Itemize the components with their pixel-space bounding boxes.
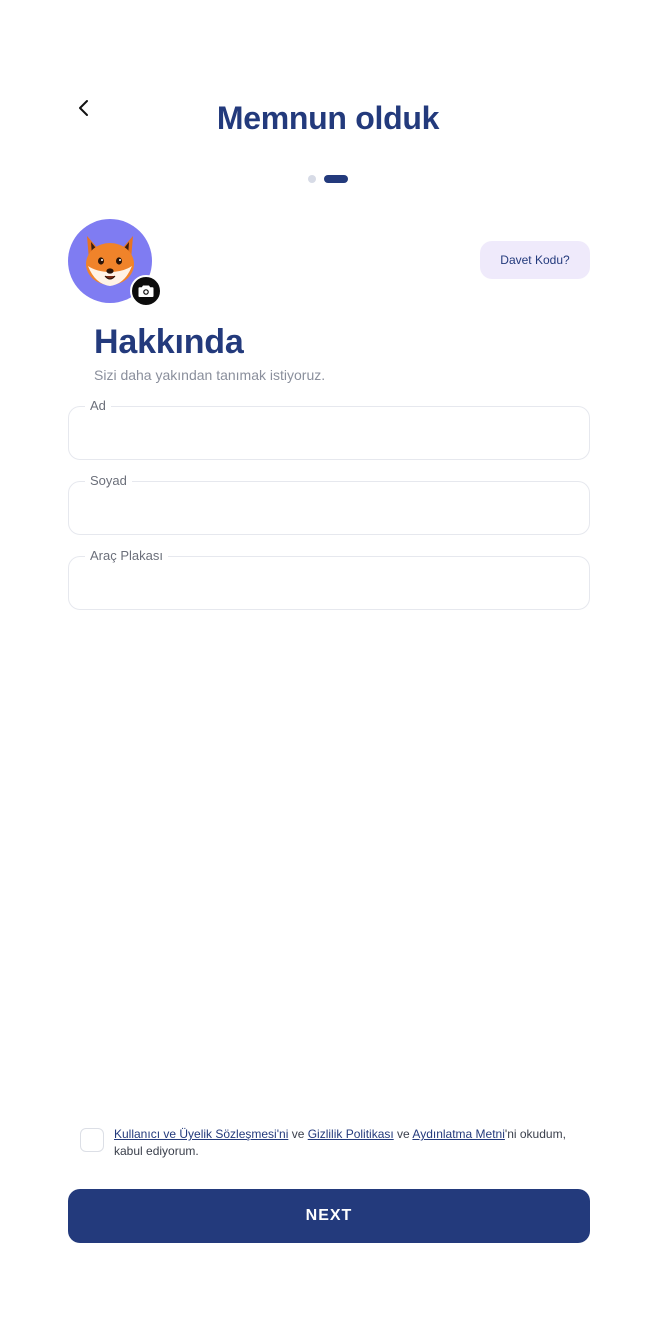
terms-consent: Kullanıcı ve Üyelik Sözleşmesi'ni ve Giz…	[80, 1125, 590, 1160]
plate-input[interactable]	[87, 571, 571, 599]
camera-button[interactable]	[130, 275, 162, 307]
clarification-text-link[interactable]: Aydınlatma Metni	[412, 1127, 505, 1141]
terms-text: Kullanıcı ve Üyelik Sözleşmesi'ni ve Giz…	[114, 1125, 590, 1160]
step-dot	[308, 175, 316, 183]
next-button[interactable]: NEXT	[68, 1189, 590, 1243]
privacy-policy-link[interactable]: Gizlilik Politikası	[308, 1127, 394, 1141]
last-name-label: Soyad	[85, 473, 132, 488]
terms-conj-1: ve	[288, 1127, 308, 1141]
first-name-label: Ad	[85, 398, 111, 413]
last-name-field: Soyad	[68, 473, 590, 535]
camera-icon	[138, 285, 154, 297]
step-indicator	[0, 175, 656, 183]
plate-field: Araç Plakası	[68, 548, 590, 610]
section-title: Hakkında	[94, 323, 244, 361]
last-name-input[interactable]	[87, 496, 571, 524]
plate-label: Araç Plakası	[85, 548, 168, 563]
first-name-field: Ad	[68, 398, 590, 460]
membership-agreement-link[interactable]: Kullanıcı ve Üyelik Sözleşmesi'ni	[114, 1127, 288, 1141]
terms-conj-2: ve	[393, 1127, 413, 1141]
step-dot-active	[324, 175, 348, 183]
page-title: Memnun olduk	[216, 100, 440, 136]
invite-code-button[interactable]: Davet Kodu?	[480, 241, 590, 279]
profile-photo	[68, 219, 164, 311]
first-name-input[interactable]	[87, 421, 571, 449]
terms-checkbox[interactable]	[80, 1128, 104, 1152]
section-subtitle: Sizi daha yakından tanımak istiyoruz.	[94, 367, 326, 383]
